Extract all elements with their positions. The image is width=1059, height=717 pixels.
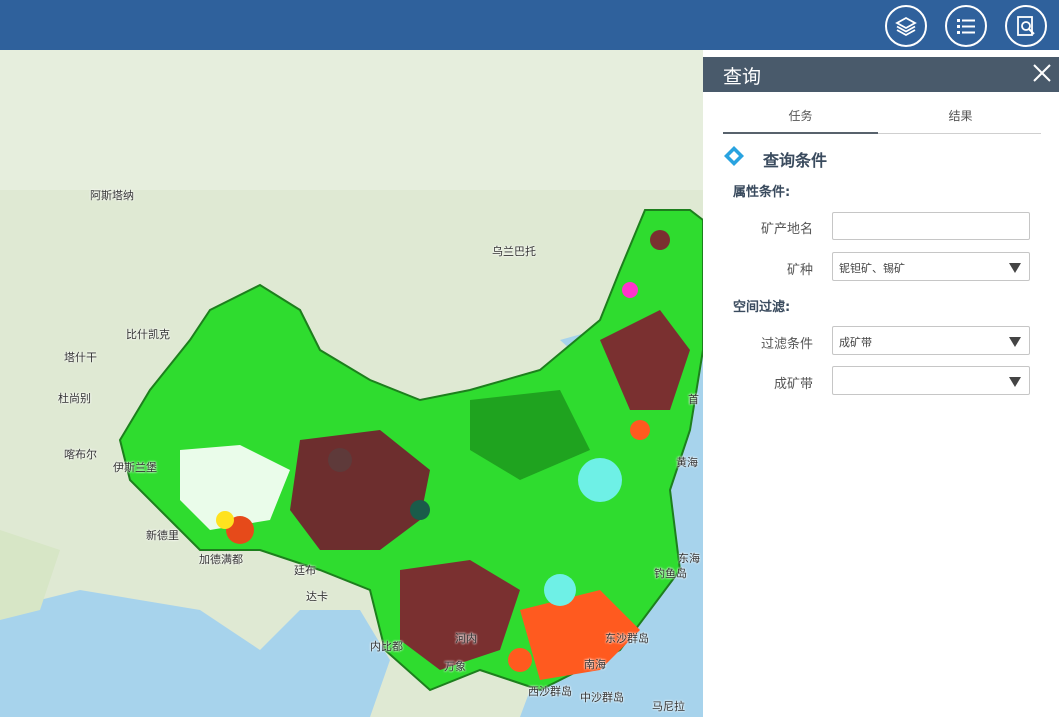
map-label: 伊斯兰堡 [113,461,157,474]
spatial-filter-title: 空间过滤: [733,300,791,315]
map-canvas [0,50,703,717]
map-label: 比什凯克 [126,328,170,341]
mineral-select-value: 铌钽矿、锡矿 [839,262,905,275]
map-label: 东海 [678,552,700,565]
dropdown-arrow-icon [1009,377,1021,387]
layers-button[interactable] [885,5,927,47]
map-label: 喀布尔 [64,448,97,461]
tab-task[interactable]: 任务 [723,105,878,134]
map-label: 廷布 [294,564,316,577]
filter-condition-label: 过滤条件 [760,337,813,352]
map-label: 首 [688,393,699,406]
map-label: 中沙群岛 [580,691,624,704]
diamond-icon [724,146,744,166]
search-document-icon [1017,16,1035,36]
map-label: 达卡 [306,590,328,603]
map-label: 杜尚别 [58,392,91,405]
mine-name-label: 矿产地名 [760,222,813,237]
tab-result[interactable]: 结果 [883,105,1038,132]
map-label: 阿斯塔纳 [90,189,134,202]
section-title: 查询条件 [763,151,828,170]
map-view[interactable]: 阿斯塔纳 乌兰巴托 比什凯克 塔什干 杜尚别 喀布尔 伊斯兰堡 新德里 加德满都… [0,50,703,717]
map-label: 加德满都 [199,553,243,566]
map-label: 马尼拉 [652,700,685,713]
panel-title: 查询 [723,66,762,88]
query-panel: 查询 任务 结果 查询条件 属性条件: 矿产地名 矿种 铌钽矿、锡矿 空间过滤:… [703,57,1059,717]
map-label: 塔什干 [64,351,97,364]
map-label: 钓鱼岛 [654,567,687,580]
layers-icon [895,16,917,37]
dropdown-arrow-icon [1009,263,1021,273]
close-icon[interactable] [1031,62,1053,84]
map-label: 西沙群岛 [528,685,572,698]
map-label: 南海 [584,658,606,671]
panel-header: 查询 [703,57,1059,92]
attr-conditions-title: 属性条件: [733,185,791,200]
filter-condition-value: 成矿带 [839,336,872,349]
map-label: 东沙群岛 [605,632,649,645]
app-header [0,0,1059,50]
mine-name-input[interactable] [832,212,1030,240]
belt-select[interactable] [832,366,1030,395]
filter-condition-select[interactable]: 成矿带 [832,326,1030,355]
list-button[interactable] [945,5,987,47]
list-icon [957,19,975,34]
map-label: 黄海 [676,456,698,469]
mineral-label: 矿种 [786,263,813,278]
dropdown-arrow-icon [1009,337,1021,347]
map-label: 内比都 [370,640,403,653]
map-label: 河内 [455,632,477,645]
mineral-select[interactable]: 铌钽矿、锡矿 [832,252,1030,281]
belt-label: 成矿带 [773,377,813,392]
map-label: 新德里 [146,529,179,542]
map-label: 万象 [444,660,466,673]
query-button[interactable] [1005,5,1047,47]
panel-tabs: 任务 结果 [723,105,1041,134]
map-label: 乌兰巴托 [492,245,536,258]
